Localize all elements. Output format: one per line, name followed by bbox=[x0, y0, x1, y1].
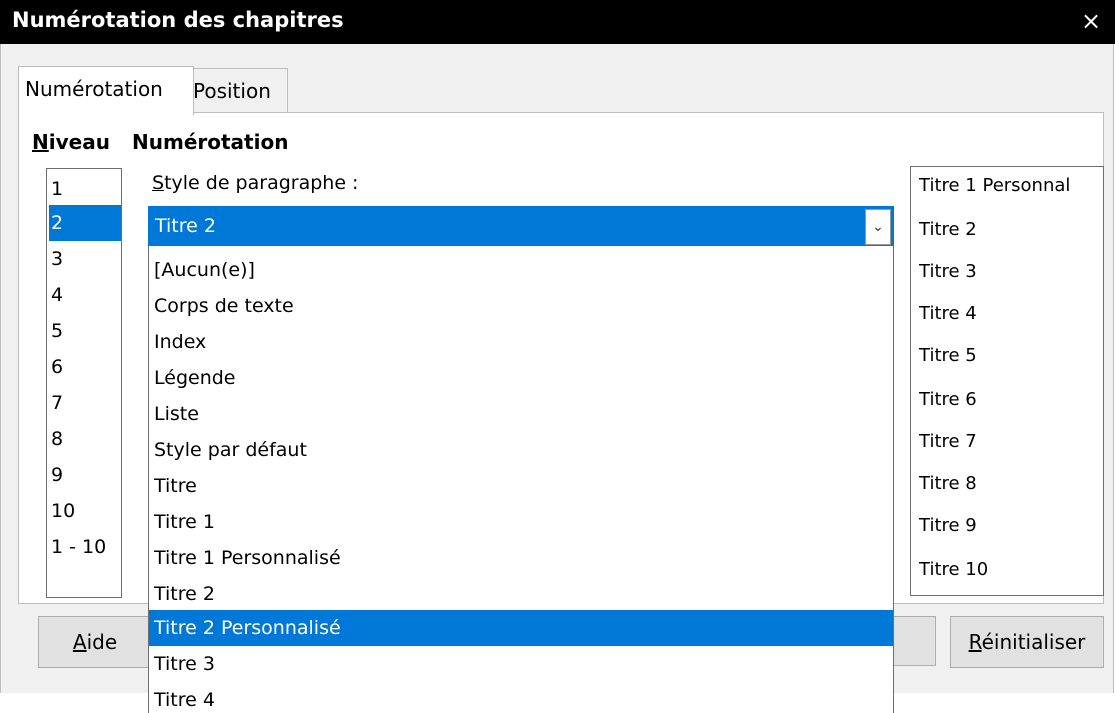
tab-position[interactable]: Position bbox=[186, 68, 288, 113]
dropdown-option[interactable]: Index bbox=[149, 324, 893, 360]
dropdown-option[interactable]: Style par défaut bbox=[149, 432, 893, 468]
numerotation-label: Numérotation bbox=[132, 130, 289, 154]
title-bar: Numérotation des chapitres × bbox=[0, 0, 1115, 44]
dropdown-option[interactable]: Titre bbox=[149, 468, 893, 504]
reset-button-label: éinitialiser bbox=[981, 630, 1086, 654]
tab-numerotation[interactable]: Numérotation bbox=[18, 66, 194, 115]
level-list[interactable]: 1 2 3 4 5 6 7 8 9 10 1 - 10 bbox=[46, 168, 122, 598]
level-item[interactable]: 4 bbox=[49, 277, 121, 313]
level-item[interactable]: 9 bbox=[49, 457, 121, 493]
dropdown-option[interactable]: [Aucun(e)] bbox=[149, 252, 893, 288]
preview-line: Titre 7 bbox=[919, 431, 977, 452]
reset-button[interactable]: Réinitialiser bbox=[950, 616, 1104, 668]
level-item[interactable]: 10 bbox=[49, 493, 121, 529]
style-accesskey: S bbox=[152, 172, 165, 194]
preview-line: Titre 9 bbox=[919, 515, 977, 536]
level-item[interactable]: 6 bbox=[49, 349, 121, 385]
combobox-value: Titre 2 bbox=[155, 215, 216, 237]
preview-line: Titre 10 bbox=[919, 559, 989, 580]
dropdown-option[interactable]: Titre 4 bbox=[149, 682, 893, 713]
dropdown-option[interactable]: Légende bbox=[149, 360, 893, 396]
dropdown-option-highlighted[interactable]: Titre 2 Personnalisé bbox=[149, 610, 893, 646]
level-item-selected[interactable]: 2 bbox=[49, 205, 121, 241]
close-icon[interactable]: × bbox=[1073, 4, 1109, 38]
numbering-preview: Titre 1 Personnal Titre 2 Titre 3 Titre … bbox=[910, 166, 1104, 596]
chevron-down-icon[interactable]: ⌄ bbox=[865, 209, 891, 245]
niveau-accesskey: N bbox=[32, 130, 49, 154]
niveau-label-text: iveau bbox=[48, 130, 110, 154]
preview-line: Titre 3 bbox=[919, 261, 977, 282]
dropdown-option[interactable]: Liste bbox=[149, 396, 893, 432]
dropdown-option[interactable]: Titre 3 bbox=[149, 646, 893, 682]
preview-line: Titre 4 bbox=[919, 303, 977, 324]
dropdown-option[interactable]: Titre 1 Personnalisé bbox=[149, 540, 893, 576]
preview-line: Titre 1 Personnal bbox=[919, 175, 1071, 196]
dropdown-option[interactable]: Titre 2 bbox=[149, 576, 893, 612]
level-item[interactable]: 3 bbox=[49, 241, 121, 277]
preview-line: Titre 2 bbox=[919, 219, 977, 240]
preview-line: Titre 8 bbox=[919, 473, 977, 494]
help-button-label: ide bbox=[86, 630, 118, 654]
level-item[interactable]: 7 bbox=[49, 385, 121, 421]
level-item[interactable]: 8 bbox=[49, 421, 121, 457]
level-item[interactable]: 1 bbox=[49, 171, 121, 207]
style-dropdown-list[interactable]: [Aucun(e)] Corps de texte Index Légende … bbox=[148, 246, 894, 713]
preview-line: Titre 5 bbox=[919, 345, 977, 366]
help-button[interactable]: Aide bbox=[38, 616, 152, 668]
style-label-text: tyle de paragraphe : bbox=[164, 172, 359, 194]
niveau-label: Niveau bbox=[32, 130, 110, 154]
paragraph-style-label: Style de paragraphe : bbox=[152, 172, 358, 194]
preview-line: Titre 6 bbox=[919, 389, 977, 410]
level-item[interactable]: 1 - 10 bbox=[49, 529, 121, 565]
paragraph-style-combobox[interactable]: Titre 2 ⌄ bbox=[148, 206, 894, 248]
dropdown-option[interactable]: Titre 1 bbox=[149, 504, 893, 540]
dialog-title: Numérotation des chapitres bbox=[12, 8, 344, 32]
level-item[interactable]: 5 bbox=[49, 313, 121, 349]
help-accesskey: A bbox=[72, 630, 87, 654]
dropdown-option[interactable]: Corps de texte bbox=[149, 288, 893, 324]
reset-accesskey: R bbox=[968, 630, 982, 654]
